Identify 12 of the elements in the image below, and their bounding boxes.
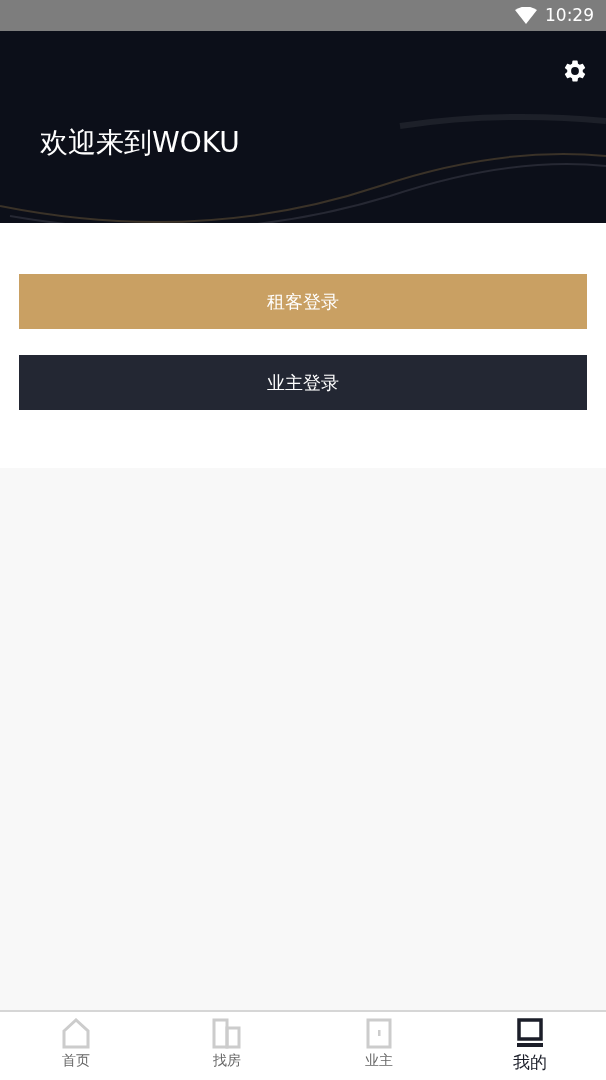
settings-icon[interactable] <box>562 58 588 84</box>
login-button[interactable]: 业主登录 <box>19 355 587 410</box>
tab-bar-item[interactable]: 我的 <box>454 1012 606 1080</box>
tab-bar-item[interactable]: 找房 <box>151 1012 303 1080</box>
home-icon <box>60 1018 91 1049</box>
tab-bar-item[interactable]: 首页 <box>0 1012 152 1080</box>
monitor-icon <box>515 1018 546 1049</box>
welcome-title: 欢迎来到WOKU <box>40 129 240 157</box>
tab-bar-item[interactable]: 业主 <box>303 1012 455 1080</box>
buildings-icon <box>212 1018 243 1049</box>
wifi-icon <box>515 7 537 24</box>
clock-time: 10:29 <box>545 3 594 27</box>
